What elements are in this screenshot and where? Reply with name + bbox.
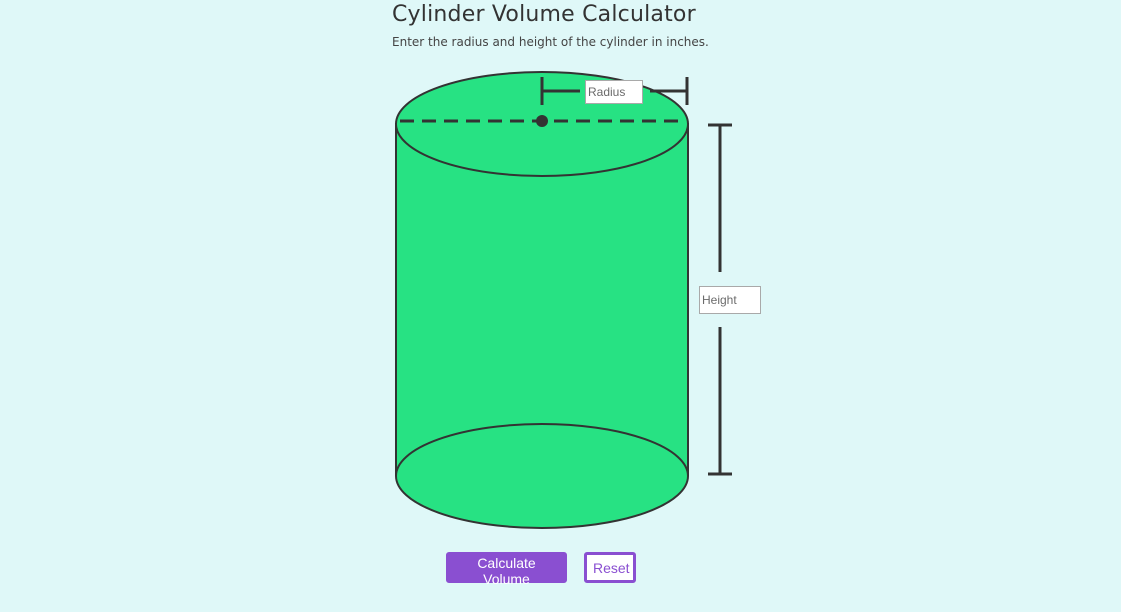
cylinder-diagram bbox=[395, 71, 732, 529]
reset-button[interactable]: Reset bbox=[584, 552, 636, 583]
cylinder-body bbox=[395, 123, 689, 529]
height-input[interactable] bbox=[699, 286, 761, 314]
center-point bbox=[536, 115, 548, 127]
radius-input[interactable] bbox=[585, 80, 643, 104]
calculate-volume-button[interactable]: Calculate Volume bbox=[446, 552, 567, 587]
calculator-page: Cylinder Volume Calculator Enter the rad… bbox=[0, 0, 1121, 612]
